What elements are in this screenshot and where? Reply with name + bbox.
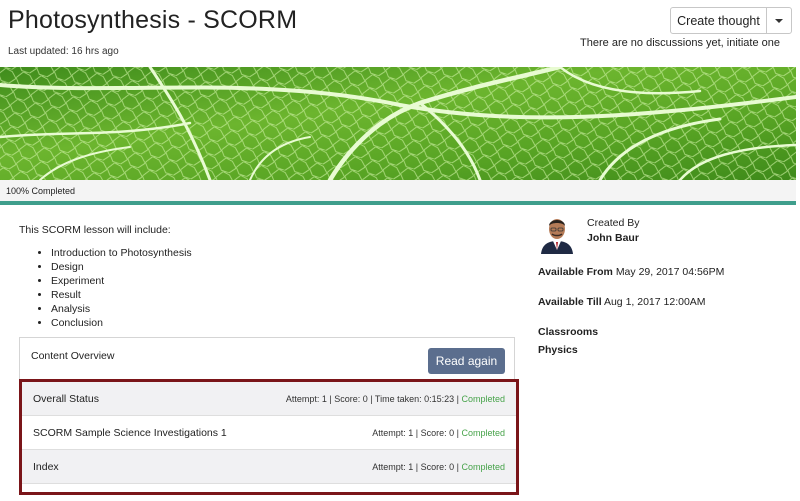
lesson-banner-image (0, 67, 796, 180)
available-from: Available From May 29, 2017 04:56PM (538, 266, 724, 278)
list-item: Experiment (51, 274, 192, 288)
topic-list: Introduction to Photosynthesis Design Ex… (37, 246, 192, 330)
row-stats: Attempt: 1 | Score: 0 | (372, 427, 462, 438)
list-item: Conclusion (51, 316, 192, 330)
table-row[interactable]: SCORM Sample Science Investigations 1 At… (22, 416, 516, 450)
row-meta: Attempt: 1 | Score: 0 | Completed (372, 428, 505, 438)
classrooms-heading: Classrooms (538, 326, 599, 338)
row-stats: Attempt: 1 | Score: 0 | Time taken: 0:15… (285, 393, 462, 404)
progress-label: 100% Completed (6, 186, 76, 196)
status-badge: Completed (461, 393, 505, 404)
available-from-value: May 29, 2017 04:56PM (615, 266, 725, 278)
row-stats: Attempt: 1 | Score: 0 | (372, 461, 462, 472)
page-title: Photosynthesis - SCORM (8, 6, 298, 34)
progress-section: 100% Completed (0, 180, 796, 202)
status-badge: Completed (461, 461, 505, 472)
lesson-intro: This SCORM lesson will include: (19, 224, 171, 236)
create-thought-button[interactable]: Create thought (671, 8, 767, 33)
table-row[interactable]: Index Attempt: 1 | Score: 0 | Completed (22, 450, 516, 484)
progress-bar-fill (0, 201, 796, 205)
read-again-button[interactable]: Read again (428, 348, 505, 374)
last-updated: Last updated: 16 hrs ago (8, 46, 119, 57)
created-by-label: Created By (587, 217, 640, 229)
discussions-prompt[interactable]: There are no discussions yet, initiate o… (580, 37, 780, 49)
list-item: Result (51, 288, 192, 302)
list-item: Introduction to Photosynthesis (51, 246, 192, 260)
row-meta: Attempt: 1 | Score: 0 | Time taken: 0:15… (286, 394, 505, 404)
caret-down-icon (775, 18, 783, 23)
available-till: Available Till Aug 1, 2017 12:00AM (538, 296, 706, 308)
row-meta: Attempt: 1 | Score: 0 | Completed (372, 462, 505, 472)
row-name: Index (33, 460, 59, 473)
create-thought-group: Create thought (670, 7, 792, 34)
available-till-label: Available Till (538, 296, 602, 308)
progress-bar (0, 201, 796, 205)
author-name[interactable]: John Baur (587, 232, 639, 244)
list-item: Analysis (51, 302, 192, 316)
row-name: SCORM Sample Science Investigations 1 (33, 426, 227, 439)
leaf-texture (0, 67, 796, 180)
status-badge: Completed (461, 427, 505, 438)
content-overview-title: Content Overview (31, 350, 115, 362)
available-till-value: Aug 1, 2017 12:00AM (603, 296, 706, 308)
author-photo (538, 214, 576, 254)
create-thought-dropdown[interactable] (767, 8, 791, 33)
avatar (538, 214, 576, 254)
list-item: Design (51, 260, 192, 274)
available-from-label: Available From (538, 266, 613, 278)
subject-tag[interactable]: Physics (538, 344, 578, 356)
row-name: Overall Status (33, 392, 99, 405)
status-table: Overall Status Attempt: 1 | Score: 0 | T… (19, 379, 519, 495)
table-row[interactable]: Overall Status Attempt: 1 | Score: 0 | T… (22, 382, 516, 416)
